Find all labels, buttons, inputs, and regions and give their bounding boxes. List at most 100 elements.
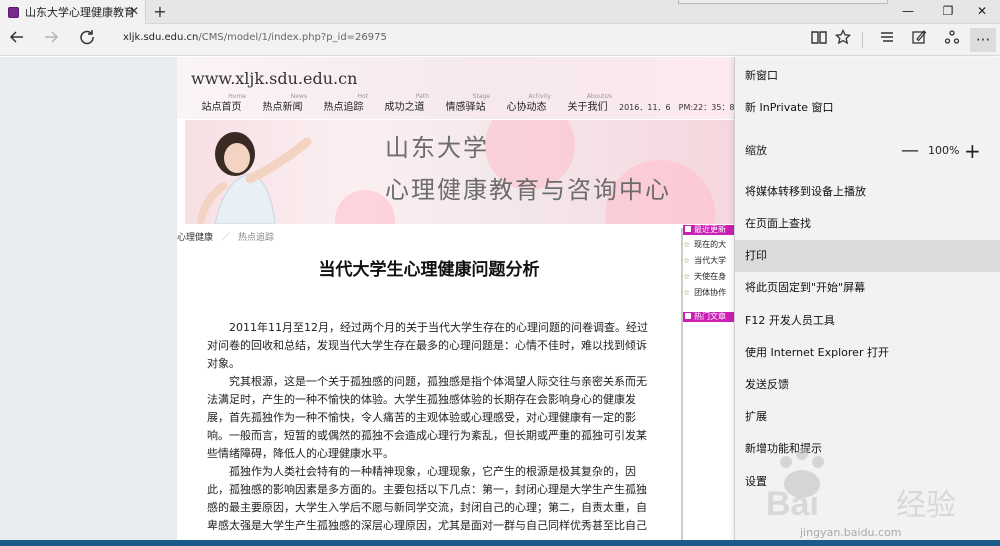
nav-cn: 热点追踪	[323, 102, 364, 113]
recent-list: ☆ 现在的大 ☆ 当代大学 ☆ 天使在身 ☆ 团体协作	[683, 237, 737, 301]
share-icon	[944, 30, 960, 44]
browser-tab[interactable]: 山东大学心理健康教育与 ✕	[0, 0, 146, 24]
nav-item-stage[interactable]: Stage 情感驿站	[435, 93, 496, 115]
toolbar-separator	[862, 32, 863, 48]
forward-arrow-icon	[45, 31, 59, 43]
banner-girl-image	[197, 132, 312, 224]
list-item-label: 现在的大	[694, 240, 727, 249]
site-nav: Home 站点首页 News 热点新闻 Hot 热点追踪 Path 成功之道 Stage…	[191, 93, 618, 115]
hub-button[interactable]	[874, 28, 900, 52]
list-item-label: 天使在身	[694, 272, 727, 281]
nav-item-home[interactable]: Home 站点首页	[191, 93, 252, 115]
back-arrow-icon	[9, 31, 23, 43]
star-icon	[834, 28, 852, 45]
watermark-text: jingyan.baidu.com	[800, 526, 902, 539]
star-icon: ☆	[683, 240, 691, 249]
nav-item-path[interactable]: Path 成功之道	[374, 93, 435, 115]
article-title: 当代大学生心理健康问题分析	[318, 260, 540, 280]
more-button[interactable]: ···	[970, 28, 996, 52]
zoom-row: 缩放 — 100% +	[735, 135, 1000, 167]
star-icon: ☆	[683, 288, 691, 297]
sidebar: 最近更新 ☆ 现在的大 ☆ 当代大学 ☆ 天使在身 ☆ 团体协作 热门文章	[683, 225, 737, 322]
menu-find-on-page[interactable]: 在页面上查找	[735, 208, 1000, 240]
nav-en: Stage	[472, 93, 490, 100]
nav-en: Hot	[357, 93, 368, 100]
recent-updates-header: 最近更新	[683, 225, 737, 235]
list-item[interactable]: ☆ 现在的大	[683, 237, 737, 253]
list-item[interactable]: ☆ 当代大学	[683, 253, 737, 269]
share-button[interactable]	[939, 28, 965, 52]
star-icon: ☆	[683, 256, 691, 265]
recent-updates-label: 最近更新	[694, 225, 726, 234]
site-header: www.xljk.sdu.edu.cn Home 站点首页 News 热点新闻 Ho…	[177, 57, 737, 119]
back-button[interactable]	[4, 28, 30, 52]
menu-print[interactable]: 打印	[735, 240, 1000, 272]
list-item-label: 团体协作	[694, 288, 727, 297]
tab-close-icon[interactable]: ✕	[129, 4, 139, 18]
reading-view-icon	[811, 31, 827, 44]
nav-en: Activity	[528, 93, 551, 100]
article-body: 2011年11月至12月，经过两个月的关于当代大学生存在的心理问题的问卷调查。经…	[207, 319, 652, 535]
tab-strip: 山东大学心理健康教育与 ✕ + — ❐ ✕	[0, 0, 1000, 24]
web-note-button[interactable]	[906, 28, 932, 52]
menu-new-window[interactable]: 新窗口	[735, 60, 1000, 92]
nav-en: News	[290, 93, 307, 100]
favorite-button[interactable]	[830, 28, 856, 52]
breadcrumb-current[interactable]: 热点追踪	[238, 233, 274, 243]
site-url-text: www.xljk.sdu.edu.cn	[191, 69, 358, 88]
article-paragraph: 孤独作为人类社会特有的一种精神现象，心理现象，它产生的根源是极其复杂的，因此，孤…	[207, 465, 647, 532]
nav-item-activity[interactable]: Activity 心协动态	[496, 93, 557, 115]
menu-new-inprivate-window[interactable]: 新 InPrivate 窗口	[735, 92, 1000, 124]
star-icon: ☆	[683, 272, 691, 281]
nav-item-about[interactable]: AboutUs 关于我们	[557, 93, 618, 115]
menu-pin-to-start[interactable]: 将此页固定到"开始"屏幕	[735, 272, 1000, 304]
url-host: xljk.sdu.edu.cn	[123, 32, 199, 43]
minimize-button[interactable]: —	[890, 0, 926, 24]
svg-text:Bai: Bai	[766, 485, 819, 523]
close-window-button[interactable]: ✕	[964, 0, 1000, 24]
list-item-label: 当代大学	[694, 256, 727, 265]
square-icon	[685, 226, 691, 232]
breadcrumb: 心理健康 ／ 热点追踪	[177, 230, 274, 243]
nav-cn: 关于我们	[567, 102, 608, 113]
hot-articles-label: 热门文章	[694, 312, 726, 321]
menu-open-with-ie[interactable]: 使用 Internet Explorer 打开	[735, 337, 1000, 369]
nav-item-hot[interactable]: Hot 热点追踪	[313, 93, 374, 115]
forward-button[interactable]	[38, 28, 64, 52]
new-tab-button[interactable]: +	[150, 1, 170, 23]
taskbar	[0, 540, 1000, 546]
nav-item-news[interactable]: News 热点新闻	[252, 93, 313, 115]
square-icon	[685, 313, 691, 319]
site-date-time: 2016．11．6 PM:22：35：8	[619, 103, 735, 112]
maximize-button[interactable]: ❐	[930, 0, 966, 24]
zoom-out-button[interactable]: —	[901, 135, 919, 167]
zoom-label: 缩放	[745, 144, 767, 157]
navigation-bar: xljk.sdu.edu.cn/CMS/model/1/index.php?p_…	[0, 24, 1000, 56]
list-item[interactable]: ☆ 天使在身	[683, 269, 737, 285]
menu-send-feedback[interactable]: 发送反馈	[735, 369, 1000, 401]
breadcrumb-root[interactable]: 心理健康	[177, 233, 213, 243]
reading-view-button[interactable]	[806, 28, 832, 52]
menu-f12-devtools[interactable]: F12 开发人员工具	[735, 305, 1000, 337]
site-banner: 山东大学 心理健康教育与咨询中心	[185, 120, 737, 224]
refresh-icon	[80, 30, 94, 45]
breadcrumb-separator: ／	[221, 233, 231, 243]
zoom-in-button[interactable]: +	[964, 135, 981, 167]
article-paragraph: 究其根源，这是一个关于孤独感的问题，孤独感是指个体渴望人际交往与亲密关系而无法满…	[207, 375, 647, 460]
site-favicon-icon	[8, 6, 19, 18]
nav-cn: 热点新闻	[262, 102, 303, 113]
baidu-watermark-logo: Bai 经验	[766, 448, 956, 523]
nav-en: Path	[415, 93, 429, 100]
svg-text:经验: 经验	[896, 488, 956, 523]
address-bar[interactable]: xljk.sdu.edu.cn/CMS/model/1/index.php?p_…	[123, 32, 387, 43]
menu-extensions[interactable]: 扩展	[735, 401, 1000, 433]
list-item[interactable]: ☆ 团体协作	[683, 285, 737, 301]
refresh-button[interactable]	[74, 28, 100, 52]
banner-title-line2: 心理健康教育与咨询中心	[385, 176, 671, 204]
hot-articles-header: 热门文章	[683, 312, 737, 322]
more-dots-icon: ···	[975, 31, 991, 49]
menu-cast-media[interactable]: 将媒体转移到设备上播放	[735, 176, 1000, 208]
nav-cn: 站点首页	[201, 102, 242, 113]
nav-en: Home	[228, 93, 246, 100]
banner-title-line1: 山东大学	[385, 134, 489, 162]
